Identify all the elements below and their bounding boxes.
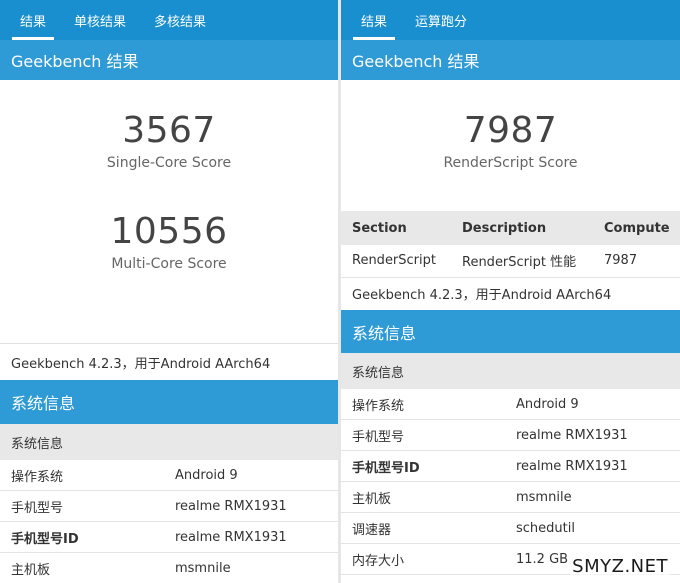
- table-cell: RenderScript: [341, 245, 451, 278]
- table-header-row: Section Description Compute: [341, 211, 680, 245]
- list-item: 手机型号 realme RMX1931: [341, 420, 680, 451]
- column-header-description: Description: [451, 211, 593, 245]
- row-key: 调速器: [352, 522, 392, 538]
- renderscript-score-block: 7987 RenderScript Score: [341, 110, 680, 171]
- watermark: SMYZ.NET: [570, 556, 670, 577]
- row-value: msmnile: [175, 560, 231, 576]
- row-value: realme RMX1931: [516, 427, 628, 443]
- right-panel: 结果 运算跑分 Geekbench 结果 7987 RenderScript S…: [341, 0, 680, 583]
- sysinfo-header: 系统信息: [0, 380, 338, 424]
- tab-single-core-results[interactable]: 单核结果: [60, 0, 140, 40]
- row-value: Android 9: [516, 396, 579, 412]
- column-header-compute: Compute: [593, 211, 680, 245]
- row-value: schedutil: [516, 520, 575, 536]
- sysinfo-list: 操作系统 Android 9 手机型号 realme RMX1931 手机型号I…: [341, 389, 680, 575]
- section-table: Section Description Compute RenderScript…: [341, 211, 680, 278]
- row-value: msmnile: [516, 489, 572, 505]
- list-item: 操作系统 Android 9: [341, 389, 680, 420]
- renderscript-score: 7987: [463, 110, 558, 151]
- multi-core-label: Multi-Core Score: [111, 256, 227, 272]
- row-value: 11.2 GB: [516, 551, 569, 567]
- list-item: 手机型号ID realme RMX1931: [0, 522, 338, 553]
- row-value: realme RMX1931: [175, 529, 287, 545]
- sysinfo-header: 系统信息: [341, 310, 680, 353]
- list-item: 操作系统 Android 9: [0, 460, 338, 491]
- tab-compute-score[interactable]: 运算跑分: [401, 0, 481, 40]
- tab-multi-core-results[interactable]: 多核结果: [140, 0, 220, 40]
- row-key: 主机板: [352, 491, 392, 507]
- tab-bar: 结果 运算跑分: [341, 0, 680, 40]
- row-key: 内存大小: [352, 553, 405, 569]
- sysinfo-subheader: 系统信息: [341, 353, 680, 389]
- list-item: 手机型号 realme RMX1931: [0, 491, 338, 522]
- tab-bar: 结果 单核结果 多核结果: [0, 0, 338, 40]
- row-value: Android 9: [175, 467, 238, 483]
- row-value: realme RMX1931: [516, 458, 628, 474]
- list-item: 主机板 msmnile: [0, 553, 338, 583]
- tab-results[interactable]: 结果: [347, 0, 401, 40]
- single-core-score-block: 3567 Single-Core Score: [0, 110, 338, 171]
- table-row: RenderScript RenderScript 性能 7987: [341, 245, 680, 278]
- list-item: 主机板 msmnile: [341, 482, 680, 513]
- row-key: 手机型号: [352, 429, 405, 445]
- single-core-label: Single-Core Score: [106, 155, 232, 171]
- single-core-score: 3567: [122, 110, 216, 151]
- row-value: realme RMX1931: [175, 498, 287, 514]
- row-key: 手机型号ID: [352, 460, 420, 476]
- page-title: Geekbench 结果: [0, 40, 338, 80]
- sysinfo-subheader: 系统信息: [0, 424, 338, 460]
- row-key: 手机型号ID: [11, 531, 79, 547]
- renderscript-label: RenderScript Score: [443, 155, 578, 171]
- version-line: Geekbench 4.2.3，用于Android AArch64: [352, 288, 612, 303]
- row-key: 主机板: [11, 562, 51, 578]
- tab-results[interactable]: 结果: [6, 0, 60, 40]
- row-key: 手机型号: [11, 500, 64, 516]
- list-item: 调速器 schedutil: [341, 513, 680, 544]
- row-key: 操作系统: [11, 469, 64, 485]
- table-cell: RenderScript 性能: [451, 245, 593, 278]
- table-cell: 7987: [593, 245, 680, 278]
- multi-core-score-block: 10556 Multi-Core Score: [0, 211, 338, 272]
- row-key: 操作系统: [352, 398, 405, 414]
- version-line: Geekbench 4.2.3，用于Android AArch64: [0, 343, 338, 380]
- list-item: 手机型号ID realme RMX1931: [341, 451, 680, 482]
- multi-core-score: 10556: [110, 211, 228, 252]
- left-panel: 结果 单核结果 多核结果 Geekbench 结果 3567 Single-Co…: [0, 0, 338, 583]
- column-header-section: Section: [341, 211, 451, 245]
- sysinfo-list: 操作系统 Android 9 手机型号 realme RMX1931 手机型号I…: [0, 460, 338, 583]
- page-title: Geekbench 结果: [341, 40, 680, 80]
